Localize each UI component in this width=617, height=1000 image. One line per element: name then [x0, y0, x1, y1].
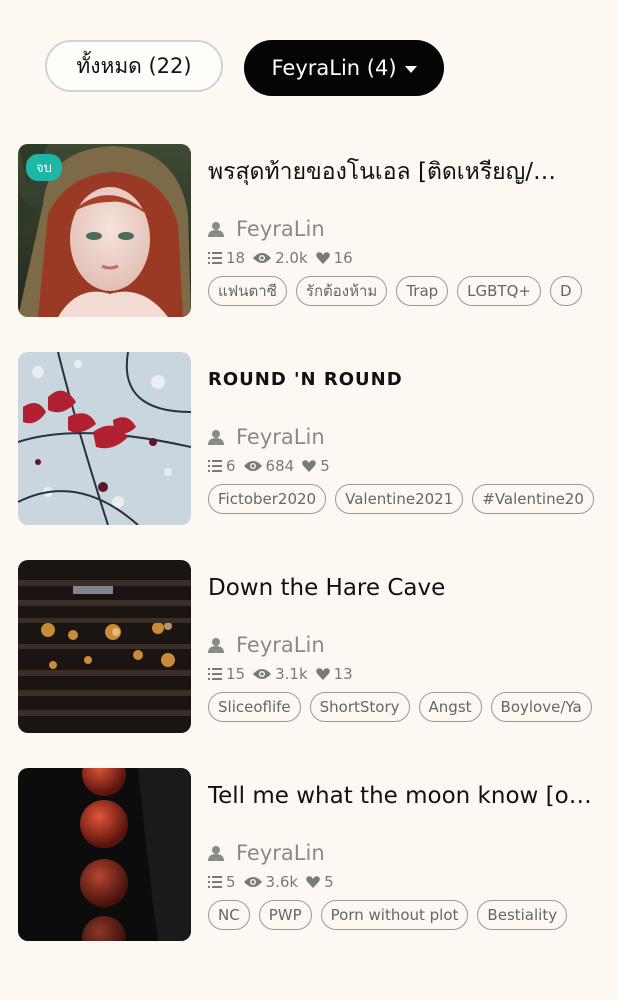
list-icon	[208, 876, 222, 888]
user-icon	[208, 222, 224, 237]
user-icon	[208, 638, 224, 653]
story-author[interactable]: FeyraLin	[208, 216, 599, 242]
tag-list: NC PWP Porn without plot Bestiality	[208, 900, 599, 930]
filter-author-dropdown[interactable]: FeyraLin (4)	[244, 40, 444, 96]
user-icon	[208, 846, 224, 861]
story-title[interactable]: ROUND 'N ROUND	[208, 364, 599, 396]
author-name: FeyraLin	[236, 841, 325, 865]
tag-list: แฟนตาซี รักต้องห้าม Trap LGBTQ+ D	[208, 276, 599, 306]
tag-chip[interactable]: #Valentine20	[472, 484, 594, 514]
tag-chip[interactable]: แฟนตาซี	[208, 276, 287, 306]
eye-icon	[243, 877, 262, 887]
tag-chip[interactable]: D	[549, 276, 582, 306]
eye-icon	[253, 253, 272, 263]
story-cover-image[interactable]	[18, 560, 191, 733]
list-icon	[208, 668, 222, 680]
story-author[interactable]: FeyraLin	[208, 424, 599, 450]
view-count: 2.0k	[275, 249, 308, 267]
tag-chip[interactable]: Boylove/Ya	[490, 692, 592, 722]
heart-icon	[315, 252, 330, 264]
tag-chip[interactable]: Sliceoflife	[208, 692, 301, 722]
author-name: FeyraLin	[236, 425, 325, 449]
tag-chip[interactable]: Valentine2021	[335, 484, 464, 514]
eye-icon	[243, 461, 262, 471]
heart-icon	[315, 668, 330, 680]
story-stats: 18 2.0k 16	[208, 246, 599, 270]
story-stats: 15 3.1k 13	[208, 662, 599, 686]
eye-icon	[253, 669, 272, 679]
like-count: 5	[324, 873, 334, 891]
tag-chip[interactable]: รักต้องห้าม	[295, 276, 388, 306]
story-cover-image[interactable]: จบ	[18, 144, 191, 317]
author-name: FeyraLin	[236, 633, 325, 657]
chapter-count: 15	[226, 665, 246, 683]
like-count: 16	[333, 249, 353, 267]
chapter-count: 18	[226, 249, 246, 267]
tag-chip[interactable]: ShortStory	[309, 692, 410, 722]
tag-chip[interactable]: Porn without plot	[320, 900, 469, 930]
tag-chip[interactable]: Trap	[396, 276, 449, 306]
story-card[interactable]: Down the Hare Cave FeyraLin 15 3.1k 13 S…	[18, 560, 617, 768]
chapter-count: 5	[226, 873, 236, 891]
author-name: FeyraLin	[236, 217, 325, 241]
status-badge: จบ	[26, 154, 62, 181]
story-title[interactable]: Down the Hare Cave	[208, 572, 599, 604]
story-title[interactable]: Tell me what the moon know [o…	[208, 780, 599, 812]
heart-icon	[306, 876, 320, 888]
story-author[interactable]: FeyraLin	[208, 840, 599, 866]
tag-chip[interactable]: LGBTQ+	[457, 276, 541, 306]
story-author[interactable]: FeyraLin	[208, 632, 599, 658]
tag-chip[interactable]: PWP	[258, 900, 312, 930]
tag-chip[interactable]: Fictober2020	[208, 484, 327, 514]
story-cover-image[interactable]	[18, 768, 191, 941]
story-list: จบ พรสุดท้ายของโนเอล [ติดเหรียญ/… FeyraL…	[18, 144, 617, 976]
view-count: 684	[265, 457, 295, 475]
story-card[interactable]: Tell me what the moon know [o… FeyraLin …	[18, 768, 617, 976]
heart-icon	[302, 460, 316, 472]
like-count: 5	[320, 457, 330, 475]
filter-all-button[interactable]: ทั้งหมด (22)	[45, 40, 223, 92]
story-cover-image[interactable]	[18, 352, 191, 525]
filter-bar: ทั้งหมด (22) FeyraLin (4)	[45, 40, 444, 96]
list-icon	[208, 460, 222, 472]
tag-chip[interactable]: NC	[208, 900, 250, 930]
story-card[interactable]: จบ พรสุดท้ายของโนเอล [ติดเหรียญ/… FeyraL…	[18, 144, 617, 352]
user-icon	[208, 430, 224, 445]
tag-chip[interactable]: Bestiality	[477, 900, 568, 930]
caret-down-icon	[404, 65, 417, 73]
story-title[interactable]: พรสุดท้ายของโนเอล [ติดเหรียญ/…	[208, 156, 599, 188]
story-stats: 6 684 5	[208, 454, 599, 478]
tag-list: Fictober2020 Valentine2021 #Valentine20	[208, 484, 599, 514]
story-card[interactable]: ROUND 'N ROUND FeyraLin 6 684 5 Fictober…	[18, 352, 617, 560]
chapter-count: 6	[226, 457, 236, 475]
filter-author-label: FeyraLin (4)	[271, 56, 397, 80]
tag-chip[interactable]: Angst	[418, 692, 482, 722]
like-count: 13	[333, 665, 353, 683]
view-count: 3.6k	[265, 873, 299, 891]
view-count: 3.1k	[275, 665, 308, 683]
list-icon	[208, 252, 222, 264]
filter-all-label: ทั้งหมด (22)	[76, 53, 192, 78]
tag-list: Sliceoflife ShortStory Angst Boylove/Ya	[208, 692, 599, 722]
story-stats: 5 3.6k 5	[208, 870, 599, 894]
